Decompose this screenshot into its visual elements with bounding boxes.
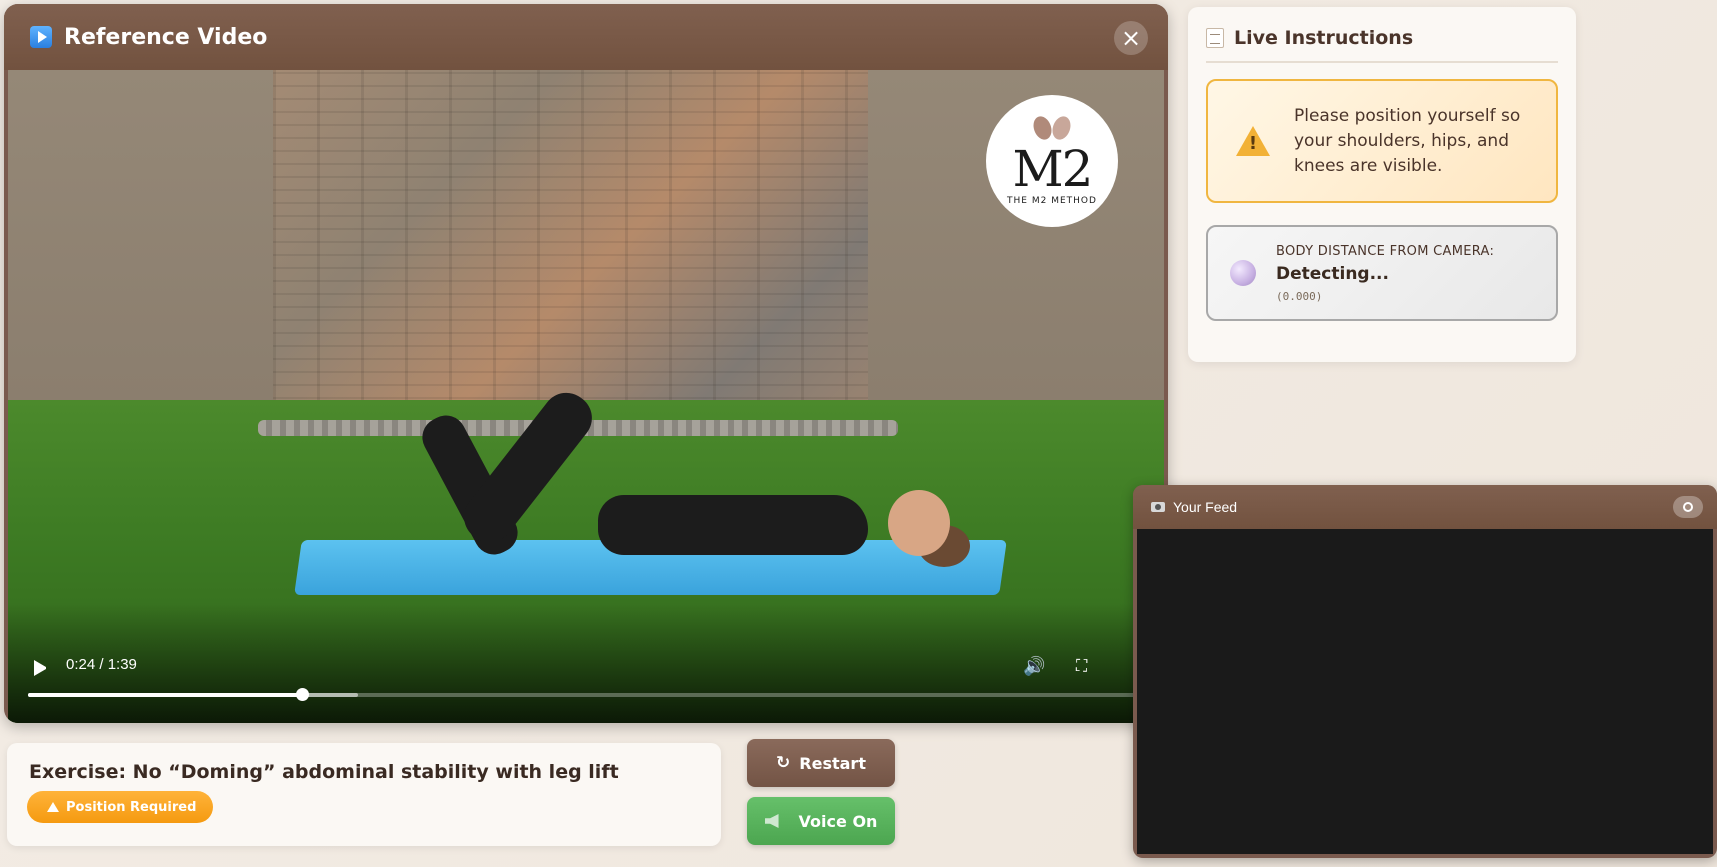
status-badge-label: Position Required [66,799,197,815]
video-scene-stone-wall [273,70,868,425]
feed-toggle-button[interactable] [1673,496,1703,518]
video-seek-thumb[interactable] [296,688,310,701]
body-distance-label: BODY DISTANCE FROM CAMERA: [1276,243,1495,259]
volume-icon[interactable]: 🔊 [1023,656,1045,678]
live-instructions-header: Live Instructions [1206,27,1558,63]
restart-button[interactable]: ↻ Restart [747,739,895,787]
exercise-card: Exercise: No “Doming” abdominal stabilit… [7,743,721,846]
body-distance-value: (0.000) [1276,289,1323,303]
status-badge: Position Required [27,791,214,823]
your-feed-title: Your Feed [1173,499,1238,515]
warning-icon: ! [1236,126,1270,156]
reference-video-header: Reference Video × [4,4,1168,70]
notepad-icon [1206,28,1224,48]
video-progress-bar [28,693,303,697]
camera-icon [1151,502,1165,512]
m2-method-logo: M2 THE M2 METHOD [986,95,1118,227]
camera-feed [1137,529,1713,854]
video-seek-bar[interactable] [28,688,1148,701]
restart-icon: ↻ [776,753,791,773]
video-controls: 0:24 / 1:39 🔊 ⛶ [8,643,1164,723]
fullscreen-icon[interactable]: ⛶ [1076,656,1087,676]
butterfly-icon [1033,116,1071,142]
logo-sub-text: THE M2 METHOD [1007,196,1097,206]
voice-toggle-button[interactable]: Voice On [747,797,895,845]
logo-main-text: M2 [1012,140,1093,198]
live-instructions-panel: Live Instructions ! Please position your… [1188,7,1576,362]
body-distance-card: BODY DISTANCE FROM CAMERA: Detecting... … [1206,225,1558,321]
close-icon: × [1120,24,1142,52]
toggle-icon [1683,502,1693,512]
video-scene-person-torso [598,495,868,555]
body-distance-info: BODY DISTANCE FROM CAMERA: Detecting... … [1276,244,1494,303]
exercise-title: Exercise: No “Doming” abdominal stabilit… [29,761,619,783]
orb-icon [1230,260,1256,286]
reference-video-title: Reference Video [64,24,268,50]
play-badge-icon [30,26,52,48]
body-distance-status: Detecting... [1276,263,1389,284]
restart-label: Restart [799,753,866,773]
warning-icon [47,802,59,812]
position-warning-card: ! Please position yourself so your shoul… [1206,79,1558,203]
position-warning-text: Please position yourself so your shoulde… [1294,105,1521,176]
video-scene-person-head [888,490,950,556]
live-instructions-title: Live Instructions [1234,27,1414,49]
speaker-icon [764,814,779,828]
play-icon[interactable] [34,660,48,676]
voice-label: Voice On [798,811,878,831]
your-feed-panel: Your Feed [1133,485,1717,858]
video-time: 0:24 / 1:39 [66,656,137,673]
reference-video-panel: Reference Video × M2 THE M2 METHOD 0:24 … [4,4,1168,723]
video-player[interactable]: M2 THE M2 METHOD 0:24 / 1:39 🔊 ⛶ [8,70,1164,723]
your-feed-header: Your Feed [1133,485,1717,529]
close-button[interactable]: × [1114,21,1148,55]
